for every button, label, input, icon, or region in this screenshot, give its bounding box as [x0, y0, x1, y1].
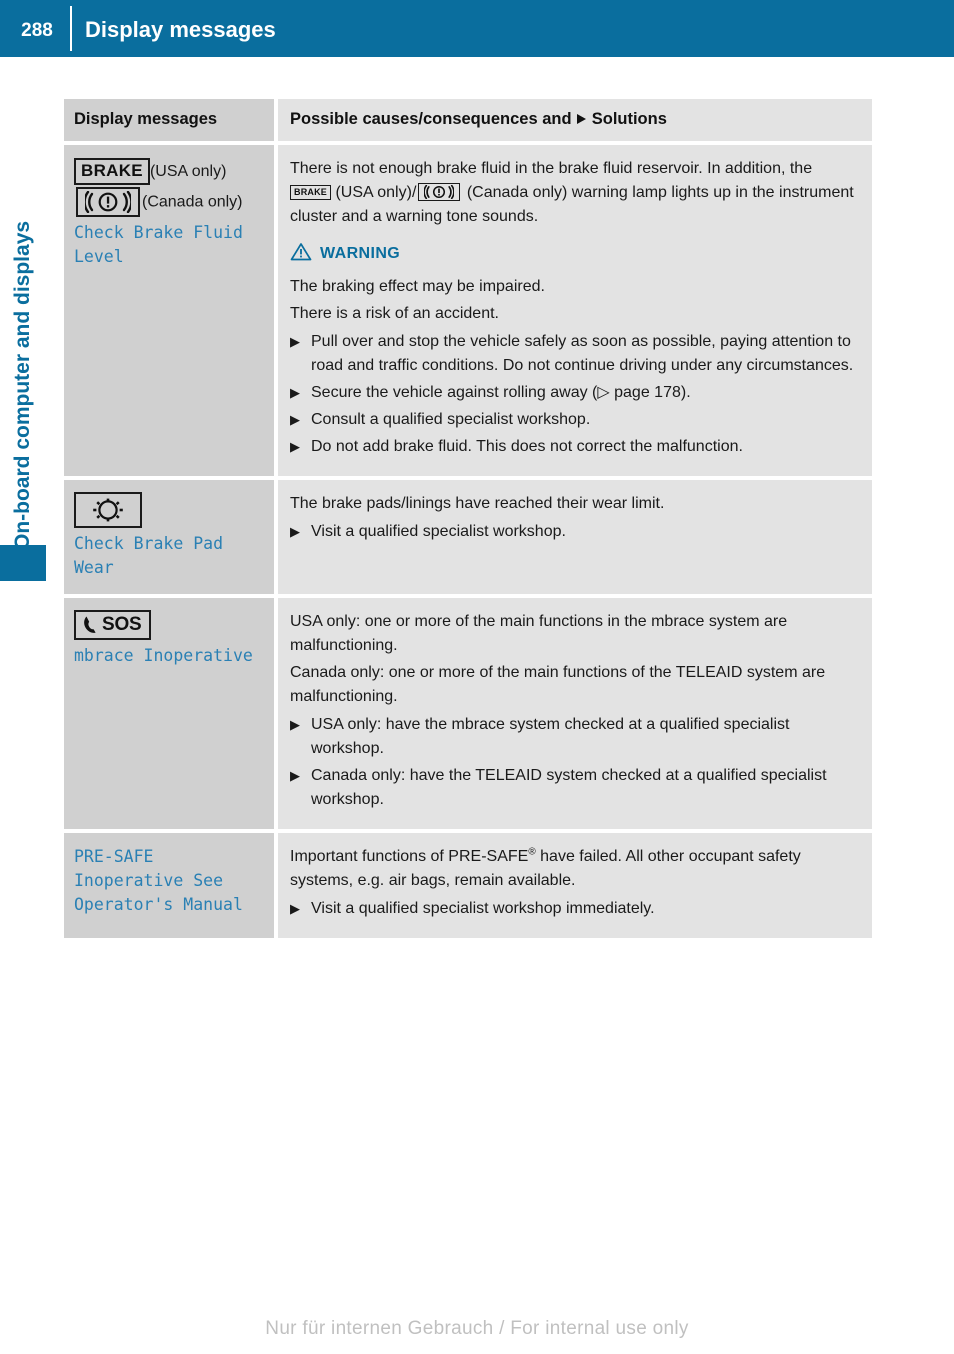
- column-header-causes-solutions: Possible causes/consequences and Solutio…: [290, 110, 856, 130]
- cause-paragraph: There is not enough brake fluid in the b…: [290, 157, 856, 229]
- list-item: ▶ Canada only: have the TELEAID system ch…: [290, 764, 856, 812]
- chapter-side-tab: On-board computer and displays: [0, 100, 46, 550]
- cause-paragraph: Important functions of PRE-SAFE® have fa…: [290, 845, 856, 893]
- display-message-text: Check Brake Pad Wear: [74, 534, 224, 578]
- solid-triangle-bullet-icon: ▶: [290, 717, 300, 733]
- chapter-label: On-board computer and displays: [11, 220, 34, 550]
- list-item-text: Visit a qualified specialist workshop im…: [311, 900, 655, 918]
- row-left-check-brake-pad-wear: Check Brake Pad Wear: [64, 480, 274, 595]
- column-header-suffix: Solutions: [591, 110, 667, 128]
- brake-warning-lamp-icon-inline: [418, 181, 461, 205]
- solid-triangle-bullet-icon: ▶: [290, 524, 300, 540]
- list-item: ▶ USA only: have the mbrace system checke…: [290, 713, 856, 761]
- list-item-text: Pull over and stop the vehicle safely as…: [311, 333, 854, 375]
- list-item: ▶ Consult a qualified specialist workshop…: [290, 408, 856, 432]
- solution-list: ▶ Visit a qualified specialist workshop.: [290, 520, 856, 544]
- column-header-display-messages: Display messages: [74, 110, 218, 128]
- cause-text-part1: Important functions of PRE-SAFE: [290, 848, 529, 866]
- page-header-bar: 288 Display messages: [0, 0, 954, 57]
- row-right-pre-safe-inoperative: Important functions of PRE-SAFE® have fa…: [278, 833, 872, 939]
- solution-list: ▶ Pull over and stop the vehicle safely a…: [290, 330, 856, 459]
- sos-phone-icon: SOS: [74, 610, 151, 641]
- table-header-row: Display messages Possible causes/consequ…: [64, 99, 872, 141]
- warning-label: WARNING: [320, 245, 401, 263]
- list-item: ▶ Do not add brake fluid. This does not c…: [290, 435, 856, 459]
- brake-usa-label: (USA only): [149, 163, 227, 180]
- list-item-text: Canada only: have the TELEAID system che…: [311, 767, 827, 809]
- row-left-check-brake-fluid: BRAKE (USA only) (Canada only) Check Bra…: [64, 145, 274, 477]
- cause-text-part1: There is not enough brake fluid in the b…: [290, 160, 813, 177]
- display-message-text: Check Brake Fluid Level: [74, 223, 243, 267]
- page-number: 288: [21, 20, 53, 41]
- list-item: ▶ Visit a qualified specialist workshop.: [290, 520, 856, 544]
- table-row: BRAKE (USA only) (Canada only) Check Bra…: [64, 145, 872, 477]
- list-item: ▶ Pull over and stop the vehicle safely a…: [290, 330, 856, 378]
- list-item-text: Do not add brake fluid. This does not co…: [311, 438, 743, 456]
- solid-triangle-bullet-icon: ▶: [290, 334, 300, 350]
- solution-list: ▶ USA only: have the mbrace system checke…: [290, 713, 856, 812]
- solid-triangle-bullet-icon: ▶: [290, 768, 300, 784]
- header-divider: [70, 6, 72, 51]
- solid-triangle-bullet-icon: ▶: [290, 439, 300, 455]
- table-row: SOS mbrace Inoperative USA only: one or …: [64, 598, 872, 830]
- brake-lamp-icon: BRAKE: [74, 158, 150, 186]
- warning-heading: WARNING: [290, 242, 856, 266]
- table-header-cell-right: Possible causes/consequences and Solutio…: [278, 99, 872, 141]
- warning-triangle-icon: [290, 242, 312, 266]
- brake-pad-wear-icon: [74, 492, 142, 529]
- solid-triangle-bullet-icon: ▶: [290, 901, 300, 917]
- table-row: Check Brake Pad Wear The brake pads/lini…: [64, 480, 872, 595]
- row-left-pre-safe-inoperative: PRE-SAFE Inoperative See Operator's Manu…: [64, 833, 274, 939]
- cause-paragraph: USA only: one or more of the main functi…: [290, 613, 788, 655]
- registered-trademark-icon: ®: [528, 846, 536, 858]
- warning-line: The braking effect may be impaired.: [290, 278, 545, 296]
- solid-triangle-bullet-icon: ▶: [290, 412, 300, 428]
- warning-line: There is a risk of an accident.: [290, 305, 499, 323]
- row-right-check-brake-pad-wear: The brake pads/linings have reached thei…: [278, 480, 872, 595]
- chapter-marker: [0, 545, 46, 581]
- brake-canada-line: (Canada only): [74, 187, 264, 217]
- column-header-prefix: Possible causes/consequences and: [290, 110, 572, 128]
- footer-watermark: Nur für internen Gebrauch / For internal…: [265, 1318, 689, 1339]
- list-item-text: USA only: have the mbrace system checked…: [311, 716, 790, 758]
- list-item: ▶ Visit a qualified specialist workshop i…: [290, 897, 856, 921]
- cause-paragraph: Canada only: one or more of the main fun…: [290, 664, 826, 706]
- solid-triangle-icon: [576, 111, 587, 130]
- row-right-mbrace-inoperative: USA only: one or more of the main functi…: [278, 598, 872, 830]
- solid-triangle-bullet-icon: ▶: [290, 385, 300, 401]
- sos-text: SOS: [102, 614, 142, 636]
- list-item-text: Consult a qualified specialist workshop.: [311, 411, 591, 429]
- list-item-text: Secure the vehicle against rolling away …: [311, 384, 691, 402]
- cause-text-part2: (USA only)/: [335, 184, 417, 202]
- brake-usa-line: BRAKE (USA only): [74, 157, 264, 187]
- solution-list: ▶ Visit a qualified specialist workshop i…: [290, 897, 856, 921]
- page-title: Display messages: [85, 17, 276, 42]
- brake-lamp-icon-inline: BRAKE: [290, 184, 332, 200]
- brake-warning-lamp-icon: [76, 187, 140, 217]
- brake-canada-label: (Canada only): [142, 193, 243, 211]
- display-message-text: mbrace Inoperative: [74, 646, 253, 666]
- table-header-cell-left: Display messages: [64, 99, 274, 141]
- row-left-mbrace-inoperative: SOS mbrace Inoperative: [64, 598, 274, 830]
- list-item: ▶ Secure the vehicle against rolling away…: [290, 381, 856, 405]
- list-item-text: Visit a qualified specialist workshop.: [311, 523, 566, 541]
- display-messages-table: Display messages Possible causes/consequ…: [64, 99, 872, 942]
- cause-paragraph: The brake pads/linings have reached thei…: [290, 495, 665, 513]
- table-row: PRE-SAFE Inoperative See Operator's Manu…: [64, 833, 872, 939]
- row-right-check-brake-fluid: There is not enough brake fluid in the b…: [278, 145, 872, 477]
- display-message-text: PRE-SAFE Inoperative See Operator's Manu…: [74, 847, 243, 915]
